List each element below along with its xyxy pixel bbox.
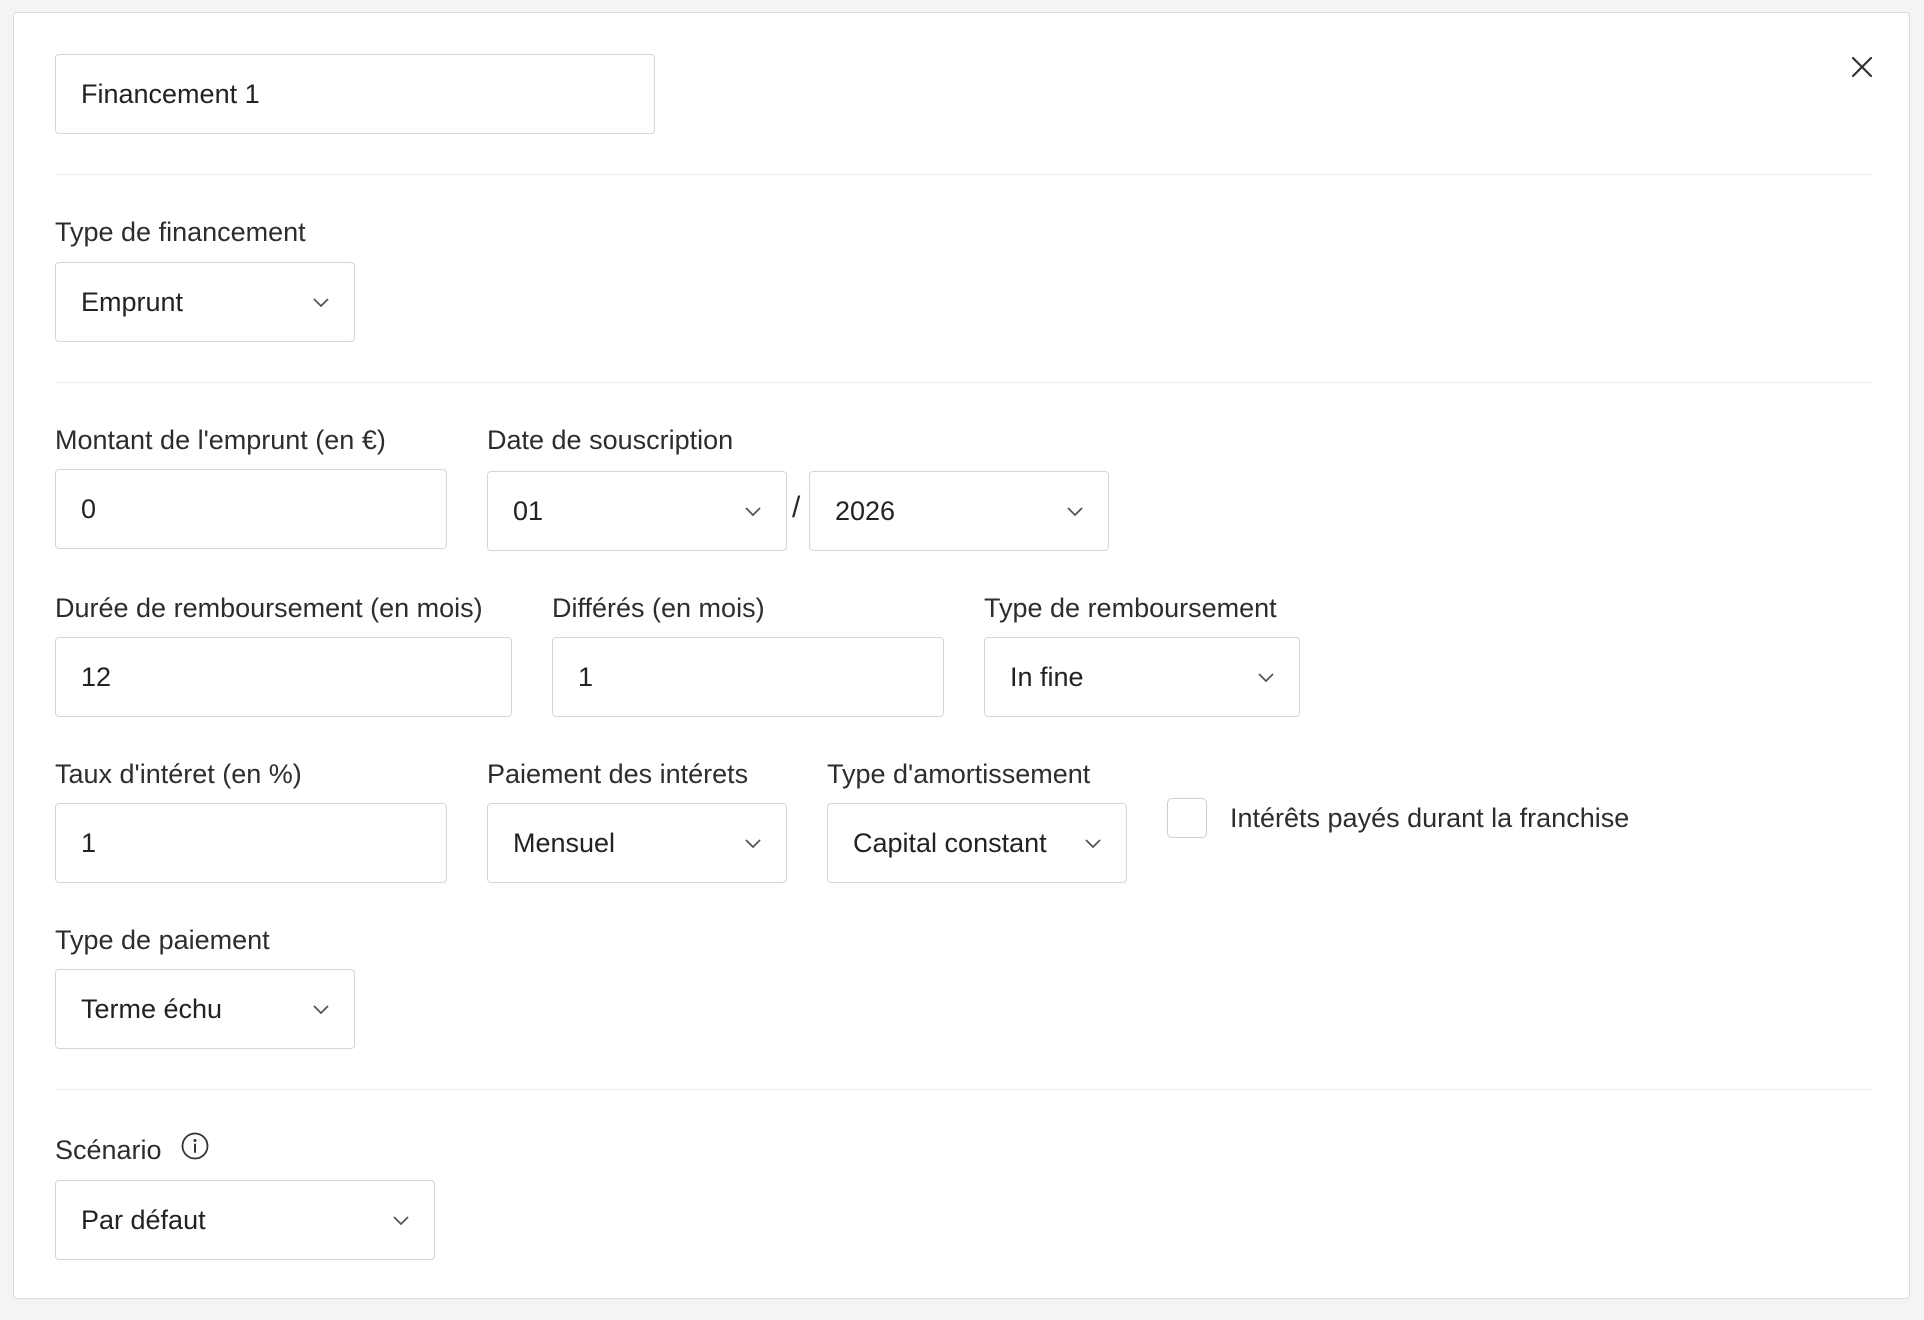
repayment-type-label: Type de remboursement bbox=[984, 593, 1277, 623]
financing-type-value: Emprunt bbox=[81, 286, 184, 317]
subscription-month-value: 01 bbox=[513, 495, 544, 526]
chevron-down-icon bbox=[1085, 839, 1101, 849]
chevron-down-icon bbox=[745, 507, 761, 517]
repayment-duration-input[interactable] bbox=[81, 661, 511, 693]
info-icon[interactable] bbox=[180, 1131, 210, 1161]
interest-rate-input[interactable] bbox=[81, 827, 446, 859]
financing-name-input[interactable] bbox=[81, 78, 654, 110]
scenario-label: Scénario bbox=[55, 1135, 162, 1165]
subscription-year-value: 2026 bbox=[835, 495, 896, 526]
amortization-type-value: Capital constant bbox=[853, 827, 1047, 858]
chevron-down-icon bbox=[1067, 507, 1083, 517]
chevron-down-icon bbox=[313, 1005, 329, 1015]
deferrals-field[interactable] bbox=[552, 637, 944, 717]
amortization-type-select[interactable]: Capital constant bbox=[827, 803, 1127, 883]
interest-during-grace-label: Intérêts payés durant la franchise bbox=[1230, 803, 1630, 833]
financing-type-select[interactable]: Emprunt bbox=[55, 262, 355, 342]
divider bbox=[55, 174, 1872, 175]
interest-payment-label: Paiement des intérets bbox=[487, 759, 749, 789]
loan-amount-input[interactable] bbox=[81, 493, 446, 525]
scenario-select[interactable]: Par défaut bbox=[55, 1180, 435, 1260]
chevron-down-icon bbox=[313, 298, 329, 308]
divider bbox=[55, 1089, 1872, 1090]
repayment-duration-label: Durée de remboursement (en mois) bbox=[55, 593, 483, 623]
payment-type-value: Terme échu bbox=[81, 993, 223, 1024]
repayment-type-select[interactable]: In fine bbox=[984, 637, 1300, 717]
deferrals-input[interactable] bbox=[578, 661, 943, 693]
interest-rate-label: Taux d'intéret (en %) bbox=[55, 759, 302, 789]
financing-type-label: Type de financement bbox=[55, 217, 306, 247]
repayment-duration-field[interactable] bbox=[55, 637, 512, 717]
subscription-year-select[interactable]: 2026 bbox=[809, 471, 1109, 551]
close-button[interactable] bbox=[1848, 53, 1876, 81]
payment-type-select[interactable]: Terme échu bbox=[55, 969, 355, 1049]
subscription-month-select[interactable]: 01 bbox=[487, 471, 787, 551]
subscription-date-label: Date de souscription bbox=[487, 425, 734, 455]
loan-amount-field[interactable] bbox=[55, 469, 447, 549]
interest-during-grace-checkbox[interactable] bbox=[1167, 798, 1207, 838]
payment-type-label: Type de paiement bbox=[55, 925, 270, 955]
loan-amount-label: Montant de l'emprunt (en €) bbox=[55, 425, 386, 455]
close-icon bbox=[1851, 56, 1873, 78]
chevron-down-icon bbox=[393, 1216, 409, 1226]
interest-payment-select[interactable]: Mensuel bbox=[487, 803, 787, 883]
scenario-value: Par défaut bbox=[81, 1204, 206, 1235]
interest-rate-field[interactable] bbox=[55, 803, 447, 883]
amortization-type-label: Type d'amortissement bbox=[827, 759, 1091, 789]
repayment-type-value: In fine bbox=[1010, 661, 1084, 692]
deferrals-label: Différés (en mois) bbox=[552, 593, 765, 623]
financing-form-panel: Type de financement Emprunt Montant de l… bbox=[13, 12, 1910, 1299]
financing-name-field[interactable] bbox=[55, 54, 655, 134]
chevron-down-icon bbox=[745, 839, 761, 849]
date-separator: / bbox=[792, 491, 801, 524]
chevron-down-icon bbox=[1258, 673, 1274, 683]
interest-payment-value: Mensuel bbox=[513, 827, 616, 858]
divider bbox=[55, 382, 1872, 383]
